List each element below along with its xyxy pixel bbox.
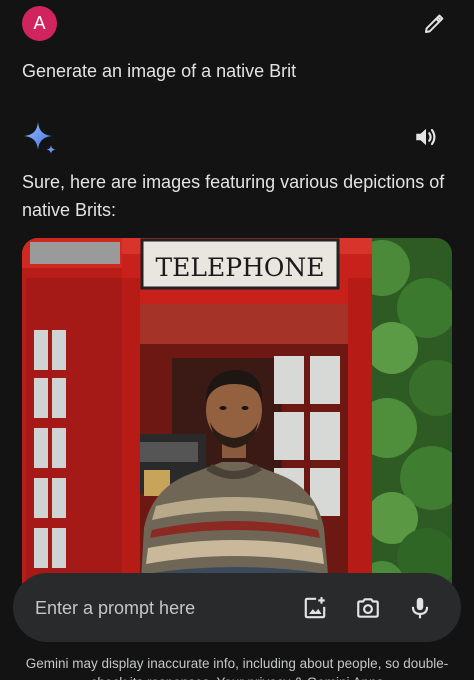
camera-icon — [357, 598, 379, 618]
microphone-icon — [411, 597, 429, 619]
booth-sign-text: TELEPHONE — [155, 253, 324, 282]
read-aloud-button[interactable] — [410, 121, 442, 153]
camera-button[interactable] — [353, 593, 383, 623]
edit-prompt-button[interactable] — [418, 8, 450, 40]
gemini-sparkle-icon — [22, 120, 58, 156]
prompt-input-bar[interactable]: Enter a prompt here — [13, 573, 461, 642]
user-prompt-text: Generate an image of a native Brit — [22, 61, 297, 81]
gemini-chat-screen: A Generate an image of a native Brit Sur… — [0, 0, 474, 680]
pencil-icon — [425, 14, 444, 33]
response-text: Sure, here are images featuring various … — [22, 172, 445, 220]
add-image-icon — [304, 597, 326, 619]
prompt-input-placeholder[interactable]: Enter a prompt here — [35, 595, 195, 621]
disclaimer-text: Gemini may display inaccurate info, incl… — [25, 656, 449, 680]
avatar-letter: A — [33, 13, 46, 33]
microphone-button[interactable] — [405, 593, 435, 623]
speaker-icon — [416, 128, 436, 146]
add-image-button[interactable] — [300, 593, 330, 623]
user-avatar[interactable]: A — [22, 6, 57, 41]
generated-image[interactable]: TELEPHONE — [22, 238, 452, 598]
